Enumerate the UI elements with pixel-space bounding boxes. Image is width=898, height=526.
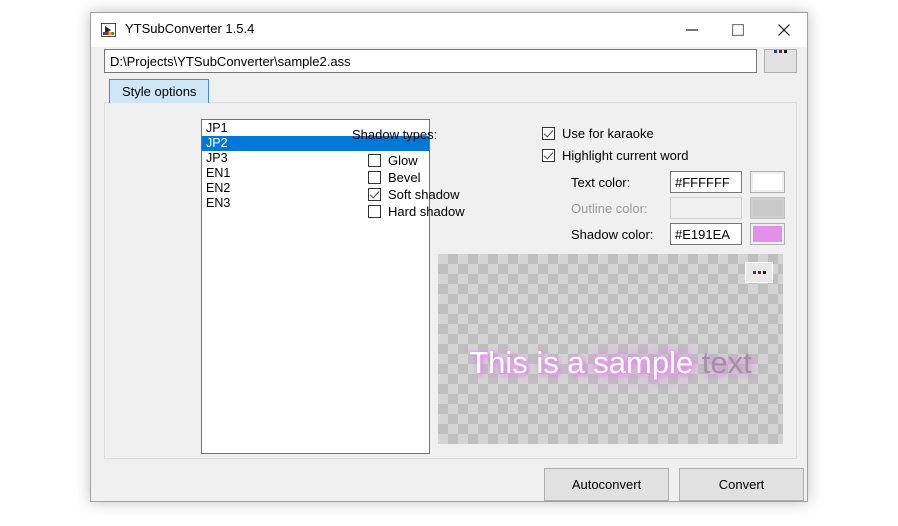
text-color-swatch[interactable]: [750, 171, 785, 193]
shadow-color-label: Shadow color:: [571, 227, 654, 242]
subtitle-preview: This is a sample text: [438, 254, 783, 444]
checkbox-label: Use for karaoke: [562, 126, 654, 141]
sample-text-sung: This is a: [469, 345, 594, 380]
checkbox-box-icon: [368, 171, 381, 184]
outline-color-swatch: [750, 197, 785, 219]
tab-strip: Style options: [109, 79, 210, 103]
checkbox-checked-icon: [542, 127, 555, 140]
application-window: YTSubConverter 1.5.4 Style options JP1 J…: [90, 12, 808, 502]
maximize-icon[interactable]: [715, 13, 761, 46]
convert-button[interactable]: Convert: [679, 468, 804, 501]
checkbox-checked-icon: [368, 188, 381, 201]
shadow-types-label: Shadow types:: [352, 127, 438, 142]
title-bar: YTSubConverter 1.5.4: [91, 13, 807, 47]
checkbox-soft-shadow[interactable]: Soft shadow: [368, 187, 460, 202]
subtitle-file-path-input[interactable]: [104, 49, 757, 73]
close-icon[interactable]: [761, 13, 807, 46]
sample-text-unsung: text: [693, 345, 752, 380]
checkbox-glow[interactable]: Glow: [368, 153, 418, 168]
sample-text-current-word: sample: [593, 345, 694, 380]
shadow-color-swatch[interactable]: [750, 223, 785, 245]
outline-color-label: Outline color:: [571, 201, 648, 216]
checkbox-box-icon: [368, 205, 381, 218]
checkbox-label: Glow: [388, 153, 418, 168]
checkbox-highlight-current-word[interactable]: Highlight current word: [542, 148, 688, 163]
shadow-color-input[interactable]: [670, 223, 742, 245]
text-color-input[interactable]: [670, 171, 742, 193]
checkbox-box-icon: [368, 154, 381, 167]
text-color-label: Text color:: [571, 175, 631, 190]
preview-browse-button[interactable]: [745, 262, 773, 283]
checkbox-label: Bevel: [388, 170, 421, 185]
checkbox-label: Hard shadow: [388, 204, 465, 219]
sample-text-preview: This is a sample text: [438, 347, 783, 378]
minimize-icon[interactable]: [669, 13, 715, 46]
checkbox-hard-shadow[interactable]: Hard shadow: [368, 204, 465, 219]
ellipsis-icon: [774, 50, 787, 53]
style-options-panel: JP1 JP2 JP3 EN1 EN2 EN3 Shadow types: Gl…: [104, 102, 797, 459]
browse-file-button[interactable]: [764, 49, 797, 73]
autoconvert-button[interactable]: Autoconvert: [544, 468, 669, 501]
ellipsis-icon: [752, 271, 766, 274]
checkbox-label: Soft shadow: [388, 187, 460, 202]
checkbox-bevel[interactable]: Bevel: [368, 170, 421, 185]
window-title: YTSubConverter 1.5.4: [125, 21, 255, 36]
checkbox-use-for-karaoke[interactable]: Use for karaoke: [542, 126, 654, 141]
app-window-icon: [101, 23, 116, 37]
checkbox-checked-icon: [542, 149, 555, 162]
outline-color-input: [670, 197, 742, 219]
tab-style-options[interactable]: Style options: [109, 79, 210, 103]
checkbox-label: Highlight current word: [562, 148, 689, 163]
